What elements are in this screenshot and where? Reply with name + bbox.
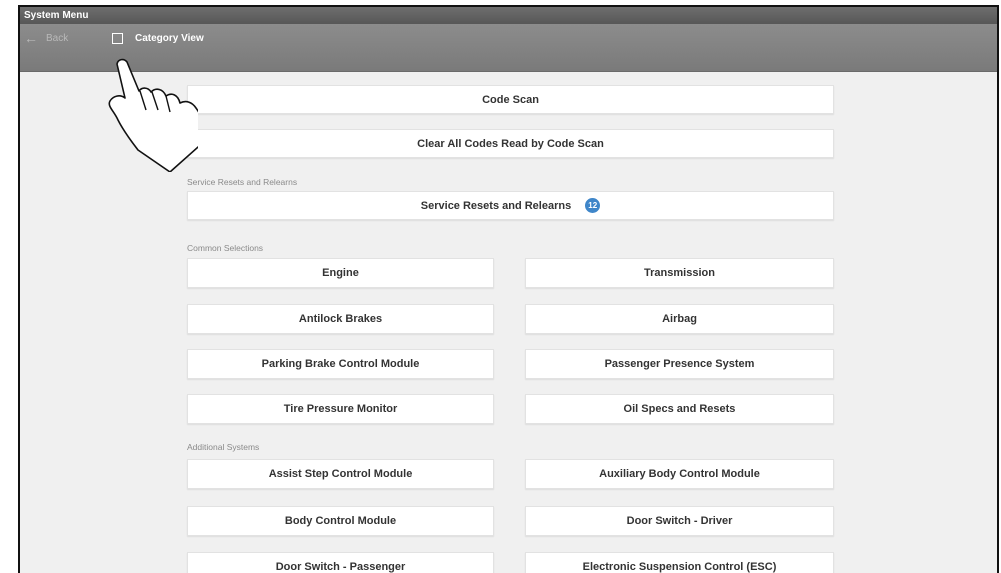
parking-brake-button[interactable]: Parking Brake Control Module xyxy=(187,349,494,379)
airbag-button[interactable]: Airbag xyxy=(525,304,834,334)
section-label-service: Service Resets and Relearns xyxy=(187,177,298,187)
clear-codes-button[interactable]: Clear All Codes Read by Code Scan xyxy=(187,129,834,158)
back-button[interactable]: ← Back xyxy=(24,27,68,49)
window-title: System Menu xyxy=(20,7,997,24)
auxiliary-body-button[interactable]: Auxiliary Body Control Module xyxy=(525,459,834,489)
toolbar: ← Back Category View xyxy=(20,24,997,72)
engine-button[interactable]: Engine xyxy=(187,258,494,288)
oil-specs-button[interactable]: Oil Specs and Resets xyxy=(525,394,834,424)
body-control-button[interactable]: Body Control Module xyxy=(187,506,494,536)
checkbox-icon[interactable] xyxy=(112,32,123,44)
count-badge: 12 xyxy=(585,198,601,213)
app-window: System Menu ← Back Category View Code Sc… xyxy=(18,5,999,573)
esc-button[interactable]: Electronic Suspension Control (ESC) xyxy=(525,552,834,573)
category-view-toggle[interactable]: Category View xyxy=(112,27,204,49)
category-view-label: Category View xyxy=(135,32,204,44)
section-label-common: Common Selections xyxy=(187,243,264,253)
service-resets-button[interactable]: Service Resets and Relearns 12 xyxy=(187,191,834,220)
service-resets-label: Service Resets and Relearns xyxy=(420,199,572,212)
system-menu-content: Code Scan Clear All Codes Read by Code S… xyxy=(20,72,997,573)
code-scan-button[interactable]: Code Scan xyxy=(187,85,834,114)
door-switch-driver-button[interactable]: Door Switch - Driver xyxy=(525,506,834,536)
tire-pressure-button[interactable]: Tire Pressure Monitor xyxy=(187,394,494,424)
section-label-additional: Additional Systems xyxy=(187,442,260,452)
door-switch-passenger-button[interactable]: Door Switch - Passenger xyxy=(187,552,494,573)
back-arrow-icon: ← xyxy=(24,30,38,46)
back-label: Back xyxy=(46,32,69,44)
transmission-button[interactable]: Transmission xyxy=(525,258,834,288)
antilock-brakes-button[interactable]: Antilock Brakes xyxy=(187,304,494,334)
passenger-presence-button[interactable]: Passenger Presence System xyxy=(525,349,834,379)
assist-step-button[interactable]: Assist Step Control Module xyxy=(187,459,494,489)
